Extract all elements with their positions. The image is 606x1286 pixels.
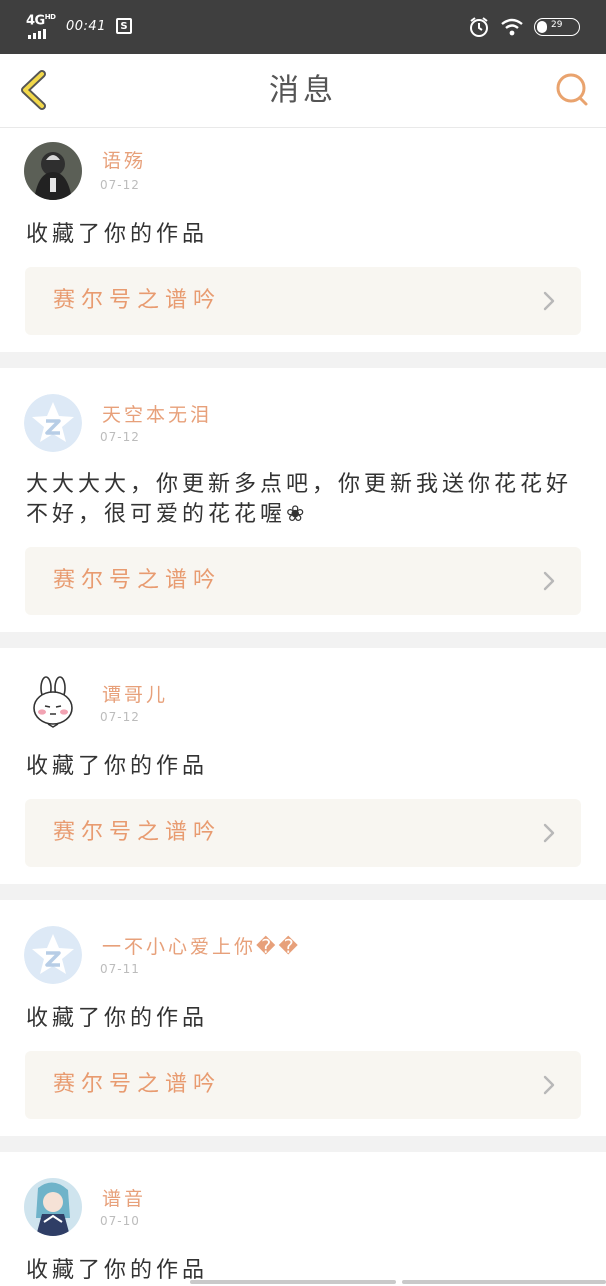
chevron-right-icon bbox=[543, 1075, 555, 1095]
card-divider bbox=[0, 632, 606, 648]
work-link[interactable]: 赛尔号之谱吟 bbox=[25, 1051, 581, 1119]
message-date: 07-10 bbox=[100, 1214, 140, 1228]
work-title: 赛尔号之谱吟 bbox=[53, 568, 222, 593]
avatar[interactable] bbox=[24, 1178, 82, 1236]
message-card: 谱音 07-10 收藏了你的作品 bbox=[0, 1152, 606, 1284]
message-date: 07-12 bbox=[100, 178, 140, 192]
chevron-right-icon bbox=[543, 291, 555, 311]
work-title: 赛尔号之谱吟 bbox=[53, 1072, 222, 1097]
battery-icon: 29 bbox=[534, 18, 580, 36]
alarm-icon bbox=[470, 17, 488, 37]
username[interactable]: 语殇 bbox=[102, 146, 146, 173]
work-title: 赛尔号之谱吟 bbox=[53, 288, 222, 313]
scroll-indicator bbox=[402, 1280, 606, 1284]
username[interactable]: 天空本无泪 bbox=[102, 400, 212, 427]
wifi-icon bbox=[501, 18, 523, 36]
card-divider bbox=[0, 884, 606, 900]
chevron-right-icon bbox=[543, 823, 555, 843]
message-text: 收藏了你的作品 bbox=[26, 1006, 209, 1031]
message-date: 07-12 bbox=[100, 430, 140, 444]
status-right: 29 bbox=[468, 12, 580, 42]
message-date: 07-12 bbox=[100, 710, 140, 724]
network-type: 4G bbox=[26, 13, 45, 29]
avatar[interactable] bbox=[24, 142, 82, 200]
avatar[interactable] bbox=[24, 674, 82, 732]
avatar[interactable] bbox=[24, 926, 82, 984]
nav-bar: 消息 bbox=[0, 54, 606, 128]
message-date: 07-11 bbox=[100, 962, 140, 976]
flower-emoji: ❀ bbox=[286, 502, 309, 527]
username[interactable]: 谭哥儿 bbox=[102, 680, 168, 707]
work-title: 赛尔号之谱吟 bbox=[53, 820, 222, 845]
signal-icon: 4GHD bbox=[26, 13, 56, 39]
card-divider bbox=[0, 1136, 606, 1152]
message-text: 收藏了你的作品 bbox=[26, 222, 209, 247]
message-card: 天空本无泪 07-12 大大大大，你更新多点吧，你更新我送你花花好不好，很可爱的… bbox=[0, 368, 606, 632]
work-link[interactable]: 赛尔号之谱吟 bbox=[25, 267, 581, 335]
chevron-right-icon bbox=[543, 571, 555, 591]
sim-icon: S bbox=[115, 18, 132, 34]
message-text: 大大大大，你更新多点吧，你更新我送你花花好不好，很可爱的花花喔❀ bbox=[26, 472, 573, 527]
message-card: 语殇 07-12 收藏了你的作品 赛尔号之谱吟 bbox=[0, 128, 606, 352]
network-sup: HD bbox=[44, 13, 56, 21]
card-divider bbox=[0, 352, 606, 368]
message-card: 谭哥儿 07-12 收藏了你的作品 赛尔号之谱吟 bbox=[0, 648, 606, 884]
clock-time: 00:41 bbox=[66, 18, 106, 34]
username[interactable]: 谱音 bbox=[102, 1184, 146, 1211]
username[interactable]: 一不小心爱上你�� bbox=[102, 932, 301, 959]
scroll-indicator bbox=[190, 1280, 396, 1284]
avatar[interactable] bbox=[24, 394, 82, 452]
work-link[interactable]: 赛尔号之谱吟 bbox=[25, 799, 581, 867]
message-text: 收藏了你的作品 bbox=[26, 754, 209, 779]
page-title: 消息 bbox=[269, 73, 337, 108]
status-bar: 4GHD 00:41 S 29 bbox=[0, 0, 606, 54]
work-link[interactable]: 赛尔号之谱吟 bbox=[25, 547, 581, 615]
message-card: 一不小心爱上你�� 07-11 收藏了你的作品 赛尔号之谱吟 bbox=[0, 900, 606, 1136]
battery-level: 29 bbox=[551, 20, 563, 30]
search-icon bbox=[556, 73, 588, 106]
status-left: 4GHD 00:41 S bbox=[26, 12, 132, 40]
message-feed: 语殇 07-12 收藏了你的作品 赛尔号之谱吟 天空本无泪 07-12 大大大大… bbox=[0, 128, 606, 1284]
search-button[interactable] bbox=[552, 70, 592, 110]
